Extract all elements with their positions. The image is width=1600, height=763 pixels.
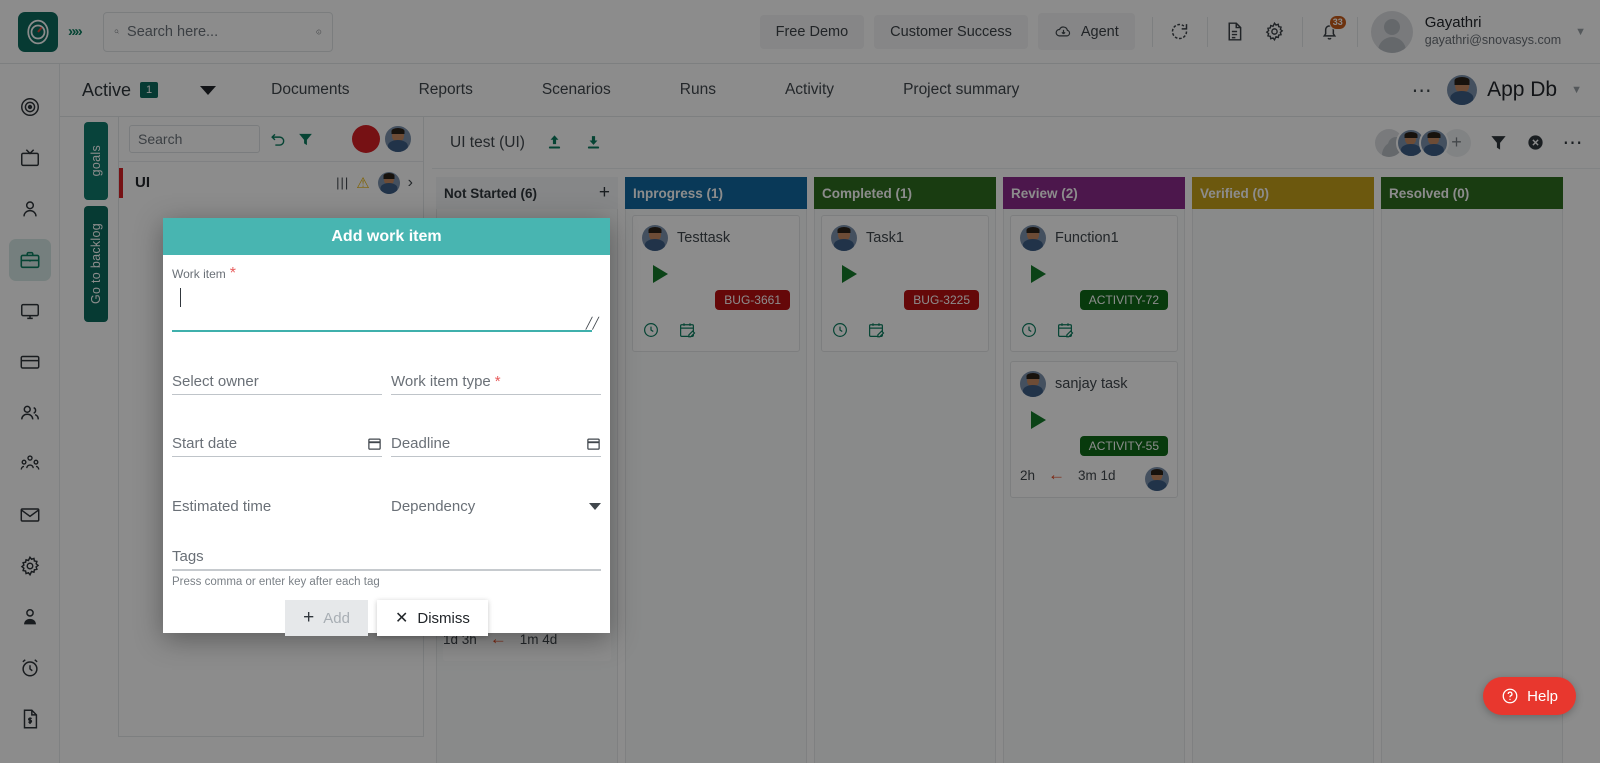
dialog-title: Add work item [331,227,442,245]
select-owner-placeholder: Select owner [172,373,259,390]
dialog-title-bar: Add work item [163,218,610,255]
plus-icon: + [303,607,315,628]
dismiss-button[interactable]: ✕ Dismiss [376,600,488,636]
deadline-placeholder: Deadline [391,435,451,452]
work-item-type-field[interactable]: Work item type * [391,369,601,395]
tags-field[interactable]: Tags [172,543,601,571]
help-label: Help [1527,687,1558,705]
question-circle-icon [1502,688,1518,704]
help-button[interactable]: Help [1483,677,1576,715]
estimate-dependency-row: Estimated time Dependency [172,493,601,519]
resize-handle-icon[interactable]: ╱╱ [586,317,599,330]
tags-placeholder: Tags [172,547,204,565]
dialog-body: Work item * ╱╱ Select owner Work item typ… [163,255,610,636]
estimated-time-placeholder: Estimated time [172,497,272,515]
add-work-item-dialog: Add work item Work item * ╱╱ Select owner… [163,218,610,636]
start-date-placeholder: Start date [172,435,238,452]
chevron-down-icon[interactable] [589,502,601,510]
select-owner-field[interactable]: Select owner [172,369,382,395]
dismiss-label: Dismiss [417,609,470,627]
work-item-input[interactable] [172,285,592,332]
text-cursor [180,288,181,307]
calendar-icon[interactable] [367,436,382,451]
tags-hint: Press comma or enter key after each tag [172,576,380,588]
work-item-input-wrap: ╱╱ [172,285,601,337]
deadline-field[interactable]: Deadline [391,431,601,457]
calendar-icon[interactable] [586,436,601,451]
dependency-field[interactable]: Dependency [391,493,601,519]
work-item-type-placeholder: Work item type * [391,373,501,390]
start-date-field[interactable]: Start date [172,431,382,457]
dialog-actions: + Add ✕ Dismiss [172,600,601,636]
dependency-placeholder: Dependency [391,497,476,515]
close-icon: ✕ [394,610,409,627]
work-item-label: Work item [172,267,226,281]
owner-type-row: Select owner Work item type * [172,369,601,395]
add-button[interactable]: + Add [285,600,368,636]
add-label: Add [323,609,350,627]
estimated-time-field[interactable]: Estimated time [172,493,382,519]
date-row: Start date Deadline [172,431,601,457]
required-marker: * [229,265,237,282]
work-item-label-row: Work item * [172,265,601,283]
